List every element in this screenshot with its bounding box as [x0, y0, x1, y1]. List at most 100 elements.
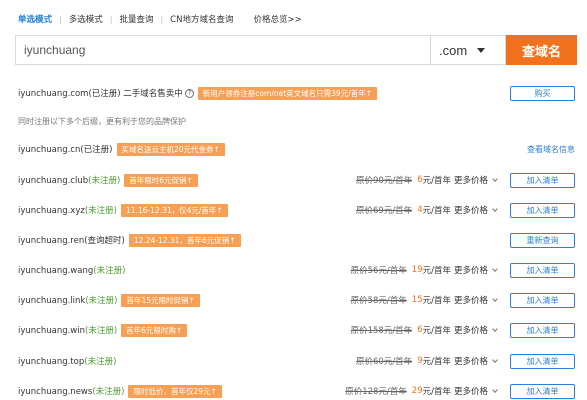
result-row: iyunchuang.wang(未注册) 原价56元/首年 19 元/首年 更多价…: [18, 260, 577, 280]
chevron-down-icon[interactable]: [492, 175, 498, 182]
chevron-down-icon[interactable]: [492, 386, 498, 393]
domain-name: iyunchuang.xyz: [18, 206, 85, 216]
result-domain: iyunchuang.club(未注册): [18, 174, 120, 186]
chevron-down-icon[interactable]: [492, 356, 498, 363]
caret-down-icon: [477, 47, 486, 53]
original-price: 原价128元/首年: [345, 387, 407, 397]
add-to-list-button[interactable]: 加入清单: [510, 202, 575, 218]
price-unit: 元/首年: [422, 266, 451, 276]
help-icon[interactable]: ?: [184, 88, 194, 98]
price-info: 原价128元/首年 29 元/首年 更多价格: [345, 385, 498, 397]
domain-status: (未注册): [84, 206, 117, 216]
domain-name: iyunchuang.ren: [18, 236, 85, 246]
tab-divider: |: [109, 14, 113, 24]
result-row: iyunchuang.news(未注册) 限时低价，首年仅29元↑ 原价128元…: [18, 381, 577, 400]
original-price: 原价58元/首年: [350, 296, 407, 306]
add-to-list-button[interactable]: 加入清单: [510, 383, 575, 399]
tab-bulk-query[interactable]: 批量查询: [119, 13, 153, 25]
original-price: 原价158元/首年: [350, 326, 413, 336]
result-row: iyunchuang.top(未注册) 原价60元/首年 9 元/首年 更多价格 …: [18, 351, 577, 371]
domain-status: (未注册): [93, 266, 126, 276]
result-row: iyunchuang.ren(查询超时) 12.24-12.31，首年6元促销↑…: [18, 230, 577, 250]
price-info: 原价56元/首年 19 元/首年 更多价格: [350, 264, 498, 276]
current-price: 15: [411, 295, 423, 305]
add-to-list-button[interactable]: 加入清单: [510, 292, 575, 308]
view-domain-info-link[interactable]: 查看域名信息: [527, 144, 575, 155]
domain-status: (未注册): [88, 176, 121, 186]
domain-status: (未注册): [92, 387, 125, 397]
promo-badge[interactable]: 新用户领券注册com/net英文域名只需39元/首年↑: [197, 86, 378, 100]
original-price: 原价56元/首年: [350, 266, 407, 276]
promo-badge[interactable]: 11.16-12.31，仅4元/首年↑: [120, 203, 228, 217]
tab-divider: |: [59, 14, 62, 24]
tab-multi-mode[interactable]: 多选模式: [69, 13, 103, 25]
add-to-list-button[interactable]: 加入清单: [510, 322, 575, 338]
more-prices-toggle[interactable]: 更多价格: [454, 174, 488, 186]
result-row: iyunchuang.club(未注册) 首年限时6元促销↑ 原价90元/首年 …: [18, 170, 577, 190]
result-row: iyunchuang.win(未注册) 首年6元限时购↑ 原价158元/首年 6…: [18, 320, 577, 340]
result-domain: iyunchuang.xyz(未注册): [18, 204, 117, 216]
add-to-list-button[interactable]: 加入清单: [510, 353, 575, 369]
result-row: iyunchuang.link(未注册) 首年15元限时促销↑ 原价58元/首年…: [18, 290, 577, 310]
promo-badge[interactable]: 首年6元限时购↑: [121, 323, 188, 337]
domain-name: iyunchuang.win: [18, 326, 86, 336]
result-domain: iyunchuang.ren(查询超时): [18, 234, 125, 246]
current-price: 19: [411, 265, 423, 275]
domain-name: iyunchuang.club: [18, 176, 89, 186]
add-to-list-button[interactable]: 加入清单: [510, 172, 575, 188]
search-domain-button[interactable]: 查域名: [506, 35, 577, 65]
domain-search-input[interactable]: [15, 35, 430, 65]
price-unit: 元/首年: [422, 387, 451, 397]
promo-badge[interactable]: 限时低价，首年仅29元↑: [128, 384, 222, 398]
price-unit: 元/首年: [422, 176, 451, 186]
more-prices-toggle[interactable]: 更多价格: [454, 294, 488, 306]
price-unit: 元/首年: [422, 357, 451, 367]
result-domain: iyunchuang.win(未注册): [18, 324, 117, 336]
result-domain: iyunchuang.wang(未注册): [18, 264, 125, 276]
retry-query-button[interactable]: 重新查询: [510, 232, 575, 248]
more-prices-toggle[interactable]: 更多价格: [454, 385, 488, 397]
chevron-down-icon[interactable]: [492, 325, 498, 332]
chevron-down-icon[interactable]: [492, 295, 498, 302]
original-price: 原价90元/首年: [356, 176, 413, 186]
tab-single-mode[interactable]: 单选模式: [18, 13, 52, 25]
promo-badge[interactable]: 首年限时6元促销↑: [124, 173, 198, 187]
result-domain: iyunchuang.news(未注册): [18, 385, 124, 397]
price-info: 原价58元/首年 15 元/首年 更多价格: [350, 294, 498, 306]
domain-status: (未注册): [85, 326, 118, 336]
price-overview-link[interactable]: 价格总览>>: [253, 13, 301, 25]
more-prices-toggle[interactable]: 更多价格: [454, 324, 488, 336]
more-prices-toggle[interactable]: 更多价格: [454, 264, 488, 276]
price-unit: 元/首年: [422, 326, 451, 336]
result-domain: iyunchuang.cn(已注册): [18, 145, 113, 155]
chevron-down-icon[interactable]: [492, 205, 498, 212]
price-info: 原价90元/首年 6 元/首年 更多价格: [356, 174, 498, 186]
domain-status: (未注册): [84, 357, 117, 367]
chevron-down-icon[interactable]: [492, 265, 498, 272]
buy-button[interactable]: 购买: [510, 85, 575, 101]
result-row-cn: iyunchuang.cn(已注册) 买域名送云主机20元代金券↑ 查看域名信息: [18, 139, 577, 159]
add-to-list-button[interactable]: 加入清单: [510, 262, 575, 278]
domain-name: iyunchuang.top: [18, 357, 85, 367]
price-info: 原价69元/首年 4 元/首年 更多价格: [356, 204, 498, 216]
promo-badge[interactable]: 首年15元限时促销↑: [121, 293, 200, 307]
result-domain: iyunchuang.link(未注册): [18, 294, 117, 306]
result-row: iyunchuang.xyz(未注册) 11.16-12.31，仅4元/首年↑ …: [18, 200, 577, 220]
promo-badge[interactable]: 买域名送云主机20元代金券↑: [116, 142, 225, 156]
brand-protection-note: 同时注册以下多个后缀，更有利于您的品牌保护: [18, 117, 186, 126]
domain-name: iyunchuang.wang: [18, 266, 94, 276]
price-info: 原价158元/首年 6 元/首年 更多价格: [350, 324, 498, 336]
price-unit: 元/首年: [422, 296, 451, 306]
suffix-select-value: .com: [439, 42, 468, 58]
original-price: 原价69元/首年: [356, 206, 413, 216]
current-price: 29: [411, 386, 423, 396]
result-domain: iyunchuang.com(已注册) 二手域名售卖中: [18, 89, 183, 99]
domain-name: iyunchuang.link: [18, 296, 86, 306]
original-price: 原价60元/首年: [356, 357, 413, 367]
more-prices-toggle[interactable]: 更多价格: [454, 355, 488, 367]
tab-cn-local-query[interactable]: CN地方域名查询: [170, 13, 233, 25]
more-prices-toggle[interactable]: 更多价格: [454, 204, 488, 216]
domain-search-bar: .com 查域名: [15, 35, 577, 65]
suffix-select[interactable]: .com: [430, 35, 506, 65]
promo-badge[interactable]: 12.24-12.31，首年6元促销↑: [128, 233, 241, 247]
